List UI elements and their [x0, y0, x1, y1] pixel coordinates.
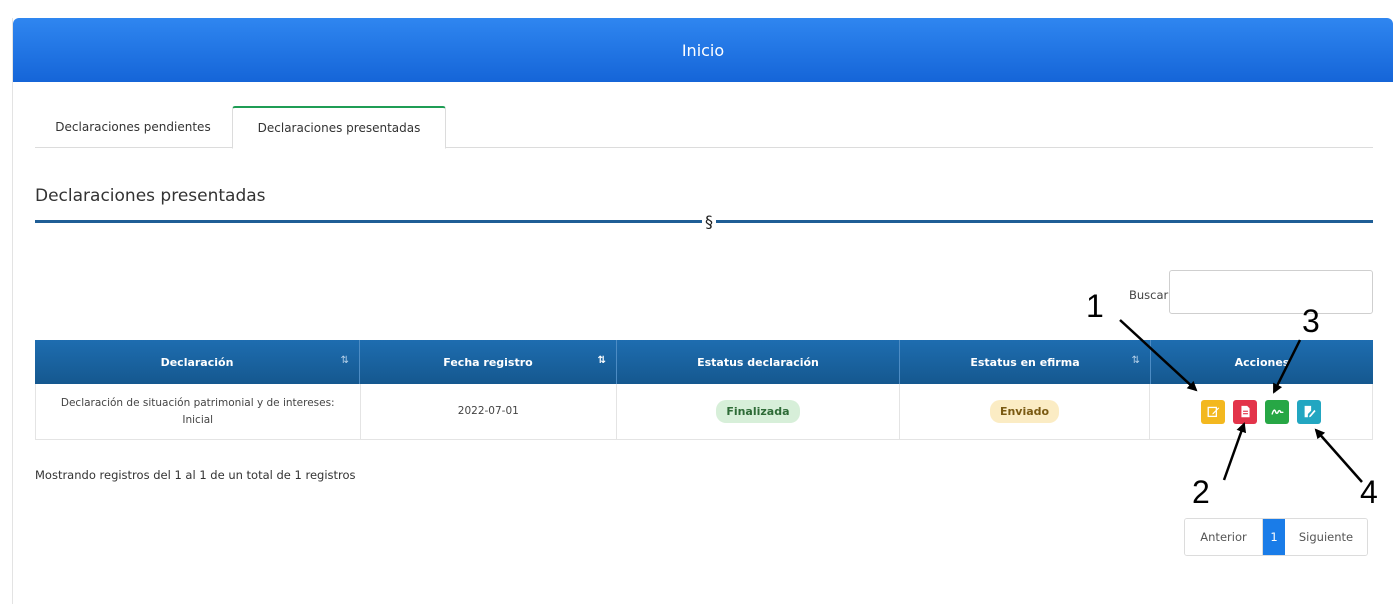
search-input[interactable] — [1169, 270, 1373, 314]
pdf-icon — [1241, 405, 1250, 418]
cell-fecha-registro: 2022-07-01 — [361, 384, 618, 439]
column-header-label: Fecha registro — [443, 355, 533, 369]
pagination-previous[interactable]: Anterior — [1185, 519, 1263, 555]
column-header-label: Estatus en efirma — [970, 355, 1080, 369]
table-row: Declaración de situación patrimonial y d… — [35, 384, 1373, 440]
main-frame: Inicio Declaraciones pendientes Declarac… — [12, 18, 1393, 604]
edit-icon — [1207, 406, 1219, 418]
column-header-label: Acciones — [1234, 355, 1290, 369]
pagination-page[interactable]: 1 — [1263, 519, 1285, 555]
tab-declaraciones-presentadas[interactable]: Declaraciones presentadas — [232, 106, 446, 149]
column-header-acciones: Acciones — [1151, 340, 1373, 384]
tab-bar: Declaraciones pendientes Declaraciones p… — [35, 106, 1373, 149]
table-info: Mostrando registros del 1 al 1 de un tot… — [35, 468, 356, 482]
annotation-3: 3 — [1302, 303, 1320, 339]
action-buttons — [1201, 399, 1322, 424]
annotation-1: 1 — [1086, 288, 1104, 324]
column-header-label: Declaración — [160, 355, 234, 369]
divider-line-right — [716, 220, 1373, 223]
search-label: Buscar: — [1129, 288, 1172, 302]
table-header: Declaración ⇅ Fecha registro ⇅ Estatus d… — [35, 340, 1373, 384]
cell-declaracion: Declaración de situación patrimonial y d… — [36, 384, 361, 439]
status-badge-enviado: Enviado — [989, 399, 1060, 424]
sort-descending-icon: ⇅ — [597, 355, 606, 366]
cell-estatus-efirma: Enviado — [900, 384, 1151, 439]
signature-icon — [1271, 409, 1284, 415]
cell-acciones — [1150, 384, 1372, 439]
page-title: Inicio — [681, 40, 725, 60]
annotation-4: 4 — [1360, 474, 1378, 510]
section-title: Declaraciones presentadas — [35, 186, 266, 206]
pdf-button[interactable] — [1233, 399, 1258, 424]
divider-symbol: § — [705, 212, 713, 231]
edit-button[interactable] — [1201, 399, 1226, 424]
column-header-estatus-efirma[interactable]: Estatus en efirma ⇅ — [900, 340, 1151, 384]
tab-declaraciones-pendientes[interactable]: Declaraciones pendientes — [35, 106, 231, 148]
status-badge-finalizada: Finalizada — [716, 399, 800, 424]
document-edit-button[interactable] — [1297, 399, 1322, 424]
page-header: Inicio — [13, 18, 1393, 82]
annotation-2: 2 — [1192, 474, 1210, 510]
cell-estatus-declaracion: Finalizada — [617, 384, 900, 439]
divider-line-left — [35, 220, 702, 223]
signature-button[interactable] — [1265, 399, 1290, 424]
column-header-label: Estatus declaración — [697, 355, 819, 369]
column-header-declaracion[interactable]: Declaración ⇅ — [35, 340, 360, 384]
column-header-fecha-registro[interactable]: Fecha registro ⇅ — [360, 340, 617, 384]
document-edit-icon — [1304, 405, 1316, 418]
sort-icon: ⇅ — [340, 355, 349, 366]
pagination: Anterior 1 Siguiente — [1184, 518, 1368, 556]
sort-icon: ⇅ — [1131, 355, 1140, 366]
pagination-next[interactable]: Siguiente — [1285, 519, 1367, 555]
column-header-estatus-declaracion: Estatus declaración — [617, 340, 900, 384]
declarations-table: Declaración ⇅ Fecha registro ⇅ Estatus d… — [35, 340, 1373, 440]
